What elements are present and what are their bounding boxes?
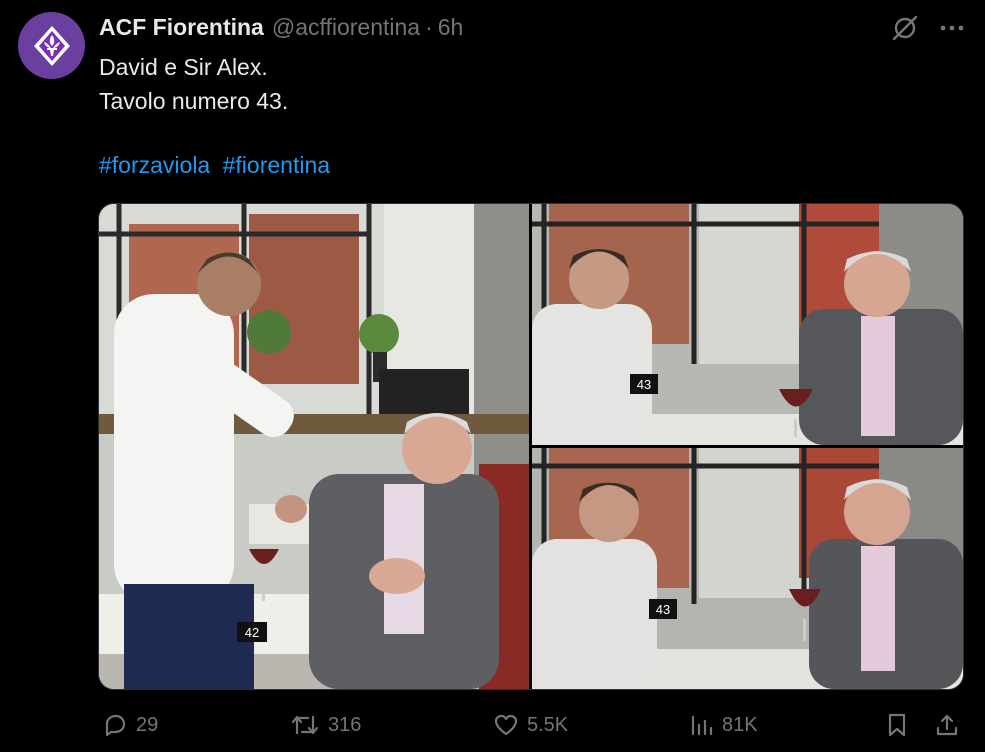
author-handle[interactable]: @acffiorentina [272, 14, 420, 41]
photo-3[interactable]: 43 [532, 448, 963, 689]
reply-count: 29 [136, 713, 159, 736]
repost-icon [291, 715, 319, 735]
hashtags: #forzaviola #fiorentina [99, 148, 336, 182]
repost-button[interactable]: 316 [290, 712, 361, 738]
share-icon [936, 714, 958, 736]
table-sign-1: 42 [245, 625, 259, 640]
table-sign-2: 43 [637, 377, 651, 392]
hashtag-fiorentina[interactable]: #fiorentina [223, 152, 330, 178]
top-actions [891, 14, 965, 47]
tweet-header: ACF Fiorentina @acffiorentina · 6h [99, 14, 463, 44]
like-button[interactable]: 5.5K [493, 712, 568, 738]
reply-icon [105, 714, 126, 737]
author-name[interactable]: ACF Fiorentina [99, 14, 264, 41]
timestamp[interactable]: 6h [438, 14, 464, 41]
fiorentina-lily-logo [33, 25, 70, 66]
tweet-line-2: Tavolo numero 43. [99, 88, 289, 114]
grok-icon[interactable] [891, 14, 919, 47]
more-icon[interactable] [939, 15, 965, 46]
share-button[interactable] [934, 712, 960, 738]
like-icon [494, 714, 518, 736]
views-count: 81K [722, 713, 758, 736]
bookmark-icon [888, 713, 906, 737]
views-button[interactable]: 81K [688, 712, 758, 738]
hashtag-forzaviola[interactable]: #forzaviola [99, 152, 210, 178]
repost-count: 316 [328, 713, 362, 736]
tweet-line-1: David e Sir Alex. [99, 54, 268, 80]
photo-2[interactable]: 43 [532, 204, 963, 445]
table-sign-3: 43 [656, 602, 670, 617]
tweet-text: David e Sir Alex. Tavolo numero 43. #for… [99, 50, 336, 182]
avatar[interactable] [18, 12, 85, 79]
action-bar: 29 316 5.5K 81K [98, 706, 962, 746]
header-separator: · [425, 14, 433, 40]
views-icon [691, 715, 713, 736]
bookmark-button[interactable] [885, 712, 909, 738]
media-grid: 42 43 43 [98, 203, 964, 690]
like-count: 5.5K [527, 713, 569, 736]
reply-button[interactable]: 29 [102, 712, 158, 738]
photo-1[interactable]: 42 [99, 204, 529, 689]
